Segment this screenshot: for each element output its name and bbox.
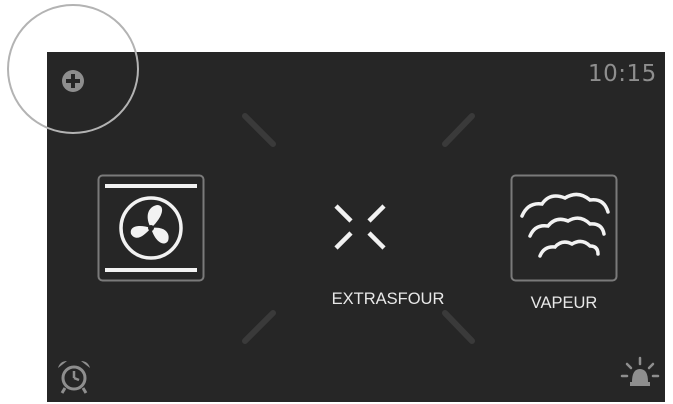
mode-tile-extrasfour[interactable] xyxy=(320,195,400,265)
extrasfour-icon xyxy=(334,204,386,250)
mode-label-vapeur: VAPEUR xyxy=(530,294,598,312)
alarm-clock-icon xyxy=(58,361,90,394)
alarm-button[interactable] xyxy=(54,356,94,396)
plus-circle-icon xyxy=(62,70,84,92)
mode-label-extrasfour: EXTRASFOUR xyxy=(331,290,445,308)
mode-tile-vapeur[interactable] xyxy=(510,174,618,282)
mode-tile-convection[interactable] xyxy=(97,174,205,282)
steam-icon xyxy=(510,174,618,282)
oven-light-button[interactable] xyxy=(618,354,662,398)
fan-icon xyxy=(97,174,205,282)
oven-light-icon xyxy=(620,356,660,386)
clock-display: 10:15 xyxy=(588,61,657,87)
add-button[interactable] xyxy=(55,64,91,98)
